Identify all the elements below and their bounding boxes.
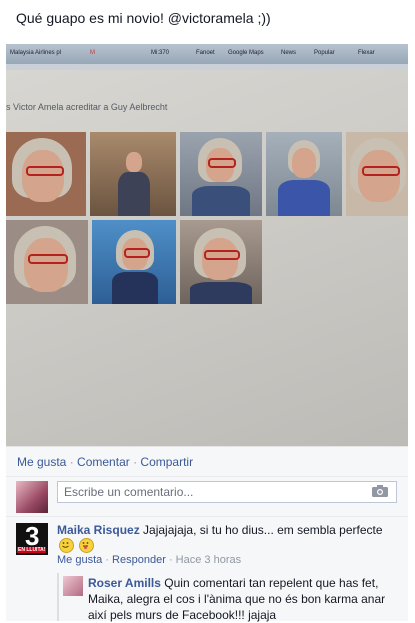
avatar[interactable] — [63, 576, 83, 596]
post-photo[interactable]: Malaysia Airlines pl M Mi:370 Fanoet Goo… — [6, 44, 408, 446]
photo-thumbnail — [180, 132, 262, 216]
browser-toolbar: Malaysia Airlines pl M Mi:370 Fanoet Goo… — [6, 44, 408, 64]
separator: · — [133, 455, 138, 469]
reply-item: Roser Amills Quin comentari tan repelent… — [57, 573, 404, 622]
post-text: Qué guapo es mi novio! @victoramela ;)) — [16, 10, 271, 26]
photo-thumbnail — [92, 220, 176, 304]
browser-tab-label: Malaysia Airlines pl — [10, 50, 62, 56]
bookmark-2: Google Maps — [228, 50, 264, 56]
comment-timestamp[interactable]: Hace 3 horas — [176, 554, 241, 566]
photo-thumbnail — [180, 220, 262, 304]
photo-thumbnail — [6, 132, 86, 216]
smile-emoji-icon — [59, 538, 74, 553]
comment-item: 3 EN LLUITA! Maika Risquez Jajajajaja, s… — [6, 516, 408, 622]
photo-thumbnail — [266, 132, 342, 216]
photo-thumbnail — [6, 220, 88, 304]
separator: · — [105, 554, 109, 566]
bookmark-5: Flexar — [358, 50, 375, 56]
avatar[interactable] — [16, 481, 48, 513]
bookmark-1: Fanoet — [196, 50, 215, 56]
comment-text: Jajajajaja, si tu ho dius... em sembla p… — [143, 523, 383, 537]
logo-subtext: EN LLUITA! — [17, 547, 47, 553]
tv3-logo[interactable]: 3 EN LLUITA! — [16, 521, 48, 555]
comment-input[interactable] — [57, 481, 397, 503]
camera-icon[interactable] — [372, 485, 388, 497]
photo-thumbnail — [90, 132, 176, 216]
tongue-emoji-icon — [79, 538, 95, 553]
share-button[interactable]: Compartir — [140, 455, 193, 469]
separator: · — [168, 554, 173, 566]
screen-title: s Victor Amela acreditar a Guy Aelbrecht — [6, 102, 168, 112]
bookmark-4: Popular — [314, 50, 335, 56]
browser-short-label: Mi:370 — [151, 50, 170, 56]
gmail-icon: M — [90, 50, 95, 56]
photo-thumbnail — [346, 132, 408, 216]
post-action-bar: Me gusta · Comentar · Compartir — [6, 446, 408, 477]
bookmark-3: News — [281, 50, 297, 56]
like-button[interactable]: Me gusta — [17, 455, 66, 469]
comment-reply-button[interactable]: Responder — [112, 554, 166, 566]
comment-button[interactable]: Comentar — [77, 455, 130, 469]
reply-author[interactable]: Roser Amills — [88, 576, 161, 590]
comment-author[interactable]: Maika Risquez — [57, 523, 140, 537]
browser-bookmark-bar — [6, 64, 408, 70]
comment-composer — [6, 476, 408, 517]
separator: · — [69, 455, 74, 469]
comment-like-button[interactable]: Me gusta — [57, 554, 102, 566]
